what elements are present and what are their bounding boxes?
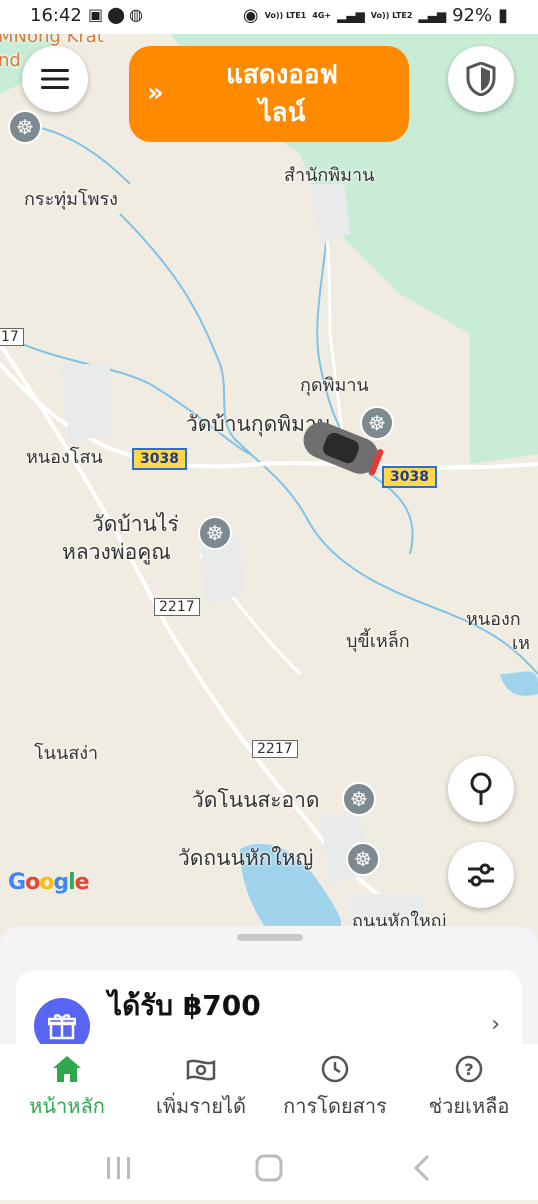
location-pin-icon [470, 772, 492, 805]
filter-sliders-icon [468, 863, 494, 887]
nav-item-help[interactable]: ? ช่วยเหลือ [402, 1054, 536, 1122]
offline-label-line2: ไลน์ [258, 98, 306, 128]
nav-item-trips[interactable]: การโดยสาร [268, 1054, 402, 1122]
road-badge-3038: 3038 [132, 448, 187, 470]
safety-button[interactable] [448, 46, 514, 112]
label-nong-right-2: เห [512, 633, 531, 654]
app-icon: ◍ [129, 5, 147, 24]
system-nav-bar [0, 1144, 538, 1200]
label-luang-pho-khun: หลวงพ่อคูณ [62, 540, 171, 564]
road-badge-2217: 2217 [154, 598, 200, 616]
go-offline-button[interactable]: » แสดงออฟ ไลน์ [129, 46, 409, 142]
svg-text:?: ? [464, 1060, 473, 1079]
hotspot-icon: ◉ [242, 5, 259, 26]
money-icon [186, 1059, 216, 1081]
offline-button-label: แสดงออฟ ไลน์ [176, 56, 362, 132]
nav-label-earnings: เพิ่มรายได้ [156, 1094, 246, 1118]
bottom-nav: หน้าหลัก เพิ่มรายได้ การโดยสาร ? ช่วยเหล… [0, 1044, 538, 1144]
recent-apps-icon[interactable] [107, 1157, 130, 1179]
net-4g: 4G+ [312, 10, 332, 20]
temple-icon: ☸ [342, 782, 376, 816]
label-samnak-phiman: สำนักพิมาน [284, 165, 375, 186]
status-right: ◉ Vo)) LTE1 4G+ ▂▄▆ Vo)) LTE2 ▂▄▆ 92% ▮ [243, 5, 508, 26]
label-wat-non-sa-at: วัดโนนสะอาด [192, 788, 320, 812]
clock-icon [321, 1055, 349, 1083]
signal-icon: ▂▄▆ [337, 8, 365, 23]
location-pin-button[interactable] [448, 756, 514, 822]
chevron-right-icon: › [491, 1012, 500, 1037]
help-icon: ? [455, 1055, 483, 1083]
label-kut-phiman: กุดพิมาน [300, 375, 369, 396]
shield-icon [466, 62, 496, 96]
sheet-handle[interactable] [237, 934, 303, 941]
home-icon [53, 1056, 81, 1082]
temple-icon: ☸ [346, 842, 380, 876]
filter-button[interactable] [448, 842, 514, 908]
label-top-left: MNong Krat [0, 34, 104, 47]
label-top-left-2: nd [0, 50, 21, 71]
system-nav-icons [107, 1154, 430, 1182]
nav-label-help: ช่วยเหลือ [428, 1094, 510, 1118]
nav-item-home[interactable]: หน้าหลัก [0, 1054, 134, 1122]
net-lte2: Vo)) LTE2 [370, 10, 413, 20]
road-badge-3038: 3038 [382, 466, 437, 488]
label-nong-sano: หนองโสน [26, 447, 103, 468]
battery-text: 92% [452, 5, 493, 26]
menu-button[interactable] [22, 46, 88, 112]
status-bar: 16:42 ▣⬤◍ ◉ Vo)) LTE1 4G+ ▂▄▆ Vo)) LTE2 … [0, 0, 538, 34]
status-time: 16:42 [30, 5, 82, 26]
nav-item-earnings[interactable]: เพิ่มรายได้ [134, 1054, 268, 1122]
temple-icon: ☸ [360, 406, 394, 440]
battery-icon: ▮ [498, 5, 508, 26]
temple-icon: ☸ [198, 516, 232, 550]
label-krathum-phong: กระทุ่มโพรง [24, 189, 118, 210]
home-nav-icon[interactable] [255, 1154, 283, 1182]
double-chevron-icon: » [147, 78, 164, 108]
net-lte1: Vo)) LTE1 [264, 10, 307, 20]
road-badge-2217: 2217 [252, 740, 298, 758]
image-icon: ▣ [88, 5, 108, 24]
menu-icon [41, 69, 69, 89]
reward-title: ได้รับ ฿700 [108, 989, 261, 1022]
nav-label-home: หน้าหลัก [29, 1094, 105, 1118]
road-badge-17: 17 [0, 328, 24, 346]
label-bu-khi-lek: บุขี้เหล็ก [346, 631, 410, 652]
status-left-icons: ▣⬤◍ [88, 5, 147, 24]
back-nav-icon[interactable] [413, 1154, 430, 1182]
label-non-sa-nga: โนนสง่า [34, 743, 99, 764]
label-wat-thanon-hak-yai: วัดถนนหักใหญ่ [178, 846, 314, 870]
signal2-icon: ▂▄▆ [418, 8, 447, 23]
google-logo: Google [8, 870, 90, 895]
label-wat-ban-rai: วัดบ้านไร่ [92, 512, 179, 536]
nav-label-trips: การโดยสาร [283, 1094, 387, 1118]
location-icon: ⬤ [107, 5, 130, 24]
offline-label-line1: แสดงออฟ [226, 60, 338, 90]
temple-icon: ☸ [8, 110, 42, 144]
